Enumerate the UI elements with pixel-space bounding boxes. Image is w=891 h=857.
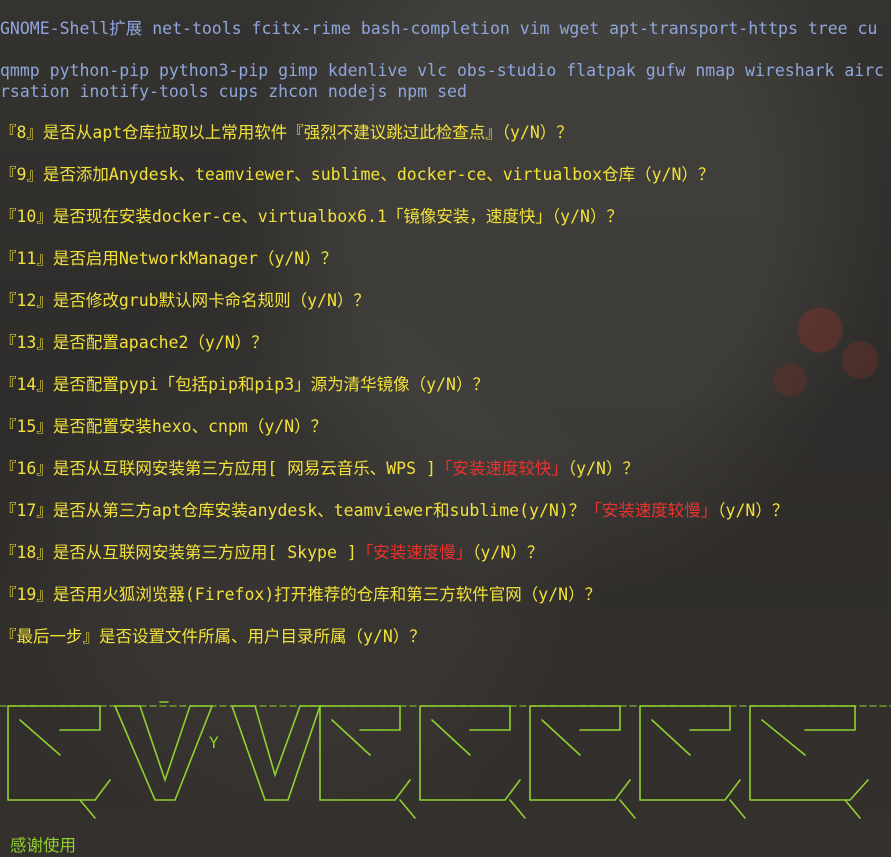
prompt-text: 『16』是否从互联网安装第三方应用[ 网易云音乐、WPS ]: [0, 459, 436, 478]
package-list-line: qmmp python-pip python3-pip gimp kdenliv…: [0, 61, 885, 80]
prompt-q12: 『12』是否修改grub默认网卡命名规则（y/N）？: [0, 291, 370, 310]
package-list-line: GNOME-Shell扩展 net-tools fcitx-rime bash-…: [0, 19, 878, 38]
prompt-last-step: 『最后一步』是否设置文件所属、用户目录所属（y/N）？: [0, 627, 426, 646]
prompt-q18: 『18』是否从互联网安装第三方应用[ Skype ]「安装速度慢」（y/N）？: [0, 542, 543, 563]
banner-stray-char: Y: [209, 733, 219, 752]
prompt-q17: 『17』是否从第三方apt仓库安装anydesk、teamviewer和subl…: [0, 500, 788, 521]
prompt-q9: 『9』是否添加Anydesk、teamviewer、sublime、docker…: [0, 165, 715, 184]
prompt-q10: 『10』是否现在安装docker-ce、virtualbox6.1「镜像安装，速…: [0, 207, 623, 226]
prompt-text: 『17』是否从第三方apt仓库安装anydesk、teamviewer和subl…: [0, 501, 586, 520]
thanks-message: 感谢使用: [10, 836, 76, 855]
speed-warning: 「安装速度较快」: [435, 459, 568, 478]
prompt-suffix: （y/N）？: [717, 501, 789, 520]
prompt-text: 『18』是否从互联网安装第三方应用[ Skype ]: [0, 543, 357, 562]
ascii-art-banner: Y: [0, 701, 891, 819]
prompt-q8: 『8』是否从apt仓库拉取以上常用软件『强烈不建议跳过此检查点』（y/N）？: [0, 123, 573, 142]
speed-warning: 「安装速度慢」: [356, 543, 473, 562]
prompt-q19: 『19』是否用火狐浏览器(Firefox)打开推荐的仓库和第三方软件官网（y/N…: [0, 585, 602, 604]
prompt-suffix: （y/N）？: [567, 459, 639, 478]
terminal-window[interactable]: GNOME-Shell扩展 net-tools fcitx-rime bash-…: [0, 0, 891, 857]
package-list-line: rsation inotify-tools cups zhcon nodejs …: [0, 82, 467, 101]
prompt-q13: 『13』是否配置apache2（y/N）？: [0, 333, 268, 352]
prompt-q11: 『11』是否启用NetworkManager（y/N）？: [0, 249, 338, 268]
prompt-suffix: （y/N）？: [472, 543, 544, 562]
prompt-q14: 『14』是否配置pypi「包括pip和pip3」源为清华镜像（y/N）？: [0, 375, 489, 394]
prompt-q16: 『16』是否从互联网安装第三方应用[ 网易云音乐、WPS ]「安装速度较快」（y…: [0, 458, 639, 479]
speed-warning: 「安装速度较慢」: [585, 501, 718, 520]
prompt-q15: 『15』是否配置安装hexo、cnpm（y/N）？: [0, 417, 328, 436]
